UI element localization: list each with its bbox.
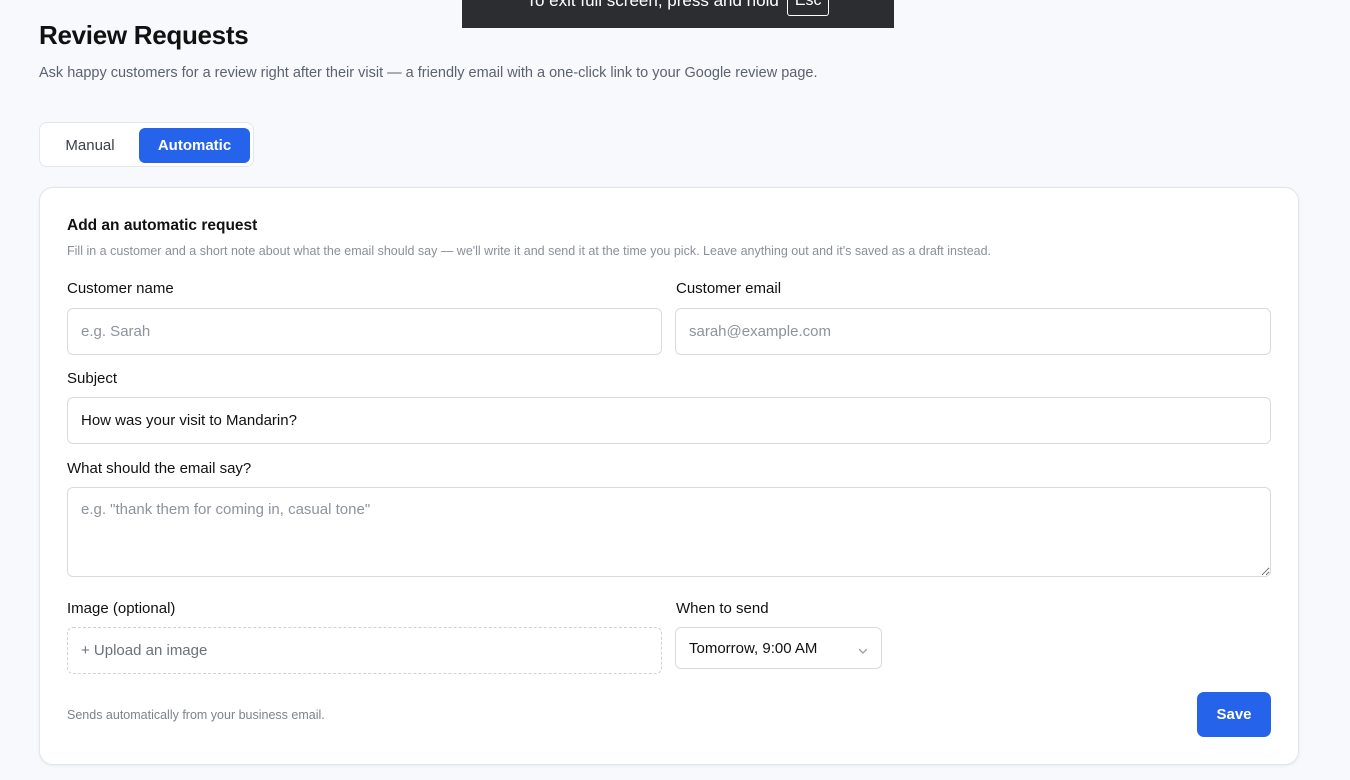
customer-email-input[interactable] (675, 308, 1271, 355)
subject-label: Subject (67, 370, 118, 387)
review-requests-page: To exit full screen, press and hold Esc … (0, 0, 1350, 780)
card-title: Add an automatic request (67, 217, 258, 234)
customer-name-label: Customer name (67, 280, 174, 297)
email-body-label: What should the email say? (67, 460, 252, 477)
customer-name-input[interactable] (67, 308, 662, 355)
page-subtitle: Ask happy customers for a review right a… (39, 65, 818, 81)
send-time-select[interactable]: Tomorrow, 9:00 AM (675, 627, 882, 669)
card-help-text: Fill in a customer and a short note abou… (67, 244, 992, 258)
email-body-textarea[interactable] (67, 487, 1271, 577)
tab-automatic[interactable]: Automatic (139, 128, 250, 163)
chevron-down-icon (858, 643, 868, 654)
fullscreen-exit-notice: To exit full screen, press and hold Esc (462, 0, 894, 28)
send-time-value: Tomorrow, 9:00 AM (689, 639, 818, 657)
send-time-label: When to send (676, 600, 769, 617)
fullscreen-exit-text: To exit full screen, press and hold (526, 0, 779, 10)
esc-key-badge: Esc (786, 0, 830, 16)
mode-toggle: Manual Automatic (39, 122, 254, 167)
upload-image-button[interactable]: + Upload an image (67, 627, 662, 674)
image-label: Image (optional) (67, 600, 176, 617)
upload-image-label: + Upload an image (81, 642, 208, 659)
automatic-request-card: Add an automatic request Fill in a custo… (39, 187, 1299, 765)
page-title: Review Requests (39, 20, 249, 50)
tab-manual[interactable]: Manual (46, 128, 134, 163)
save-button[interactable]: Save (1197, 692, 1271, 737)
subject-input[interactable] (67, 397, 1271, 444)
customer-email-label: Customer email (676, 280, 782, 297)
fullscreen-exit-notice-content: To exit full screen, press and hold Esc (462, 0, 894, 16)
send-footer-note: Sends automatically from your business e… (67, 708, 325, 722)
